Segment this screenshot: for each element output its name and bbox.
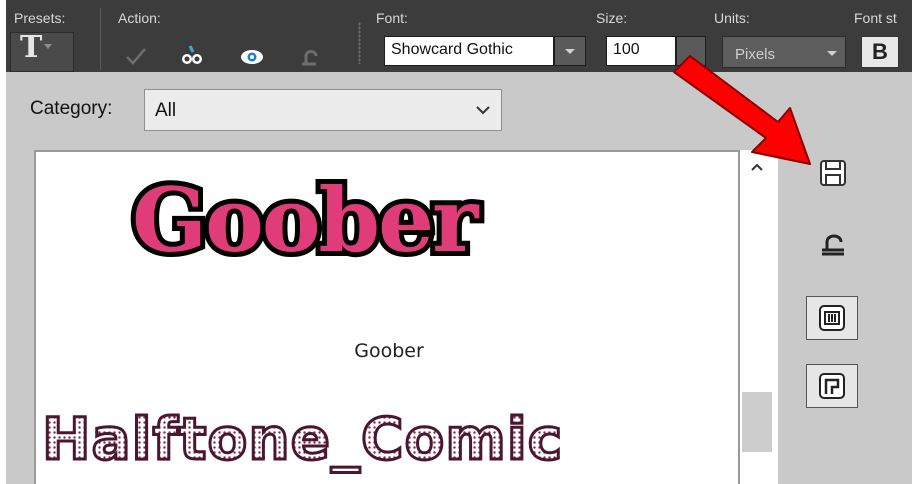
font-label: Font: bbox=[376, 10, 408, 26]
preset-preview-list[interactable]: Goober Goober Halftone_Comic bbox=[34, 150, 740, 484]
red-arrow-annotation bbox=[673, 55, 811, 165]
chevron-down-icon bbox=[565, 49, 575, 54]
category-select[interactable]: All bbox=[144, 89, 502, 131]
font-name-field[interactable]: Showcard Gothic bbox=[384, 36, 554, 66]
preset-art: Halftone_Comic bbox=[40, 405, 564, 473]
category-value: All bbox=[155, 100, 177, 121]
preset-a-icon bbox=[819, 305, 845, 331]
preset-item-halftone[interactable]: Halftone_Comic bbox=[36, 392, 738, 484]
action-label: Action: bbox=[118, 10, 161, 26]
presets-label: Presets: bbox=[14, 10, 66, 26]
chevron-down-icon bbox=[476, 106, 490, 115]
units-label: Units: bbox=[714, 10, 750, 26]
size-label: Size: bbox=[596, 10, 628, 26]
chevron-down-icon bbox=[827, 51, 837, 56]
wand-icon[interactable] bbox=[180, 44, 204, 68]
preset-a-button[interactable] bbox=[806, 296, 858, 340]
separator bbox=[100, 8, 101, 70]
eye-icon[interactable] bbox=[240, 44, 264, 68]
preset-caption: Goober bbox=[354, 340, 424, 362]
font-style-label: Font st bbox=[854, 10, 897, 26]
preset-b-icon bbox=[819, 373, 845, 399]
chevron-down-icon bbox=[44, 44, 52, 49]
grip-separator bbox=[358, 22, 361, 64]
scrollbar-thumb[interactable] bbox=[742, 392, 772, 452]
preset-art: Goober bbox=[127, 168, 483, 272]
checkmark-icon[interactable] bbox=[124, 44, 148, 68]
save-icon[interactable] bbox=[818, 158, 848, 188]
bold-button[interactable]: B bbox=[861, 36, 899, 68]
revert-icon[interactable] bbox=[818, 228, 848, 258]
preset-item-goober[interactable]: Goober Goober bbox=[36, 152, 738, 382]
preset-b-button[interactable] bbox=[806, 364, 858, 408]
category-label: Category: bbox=[30, 98, 113, 119]
font-dropdown-button[interactable] bbox=[554, 36, 586, 66]
text-tool-icon: T bbox=[20, 30, 43, 65]
undo-icon[interactable] bbox=[298, 44, 322, 68]
